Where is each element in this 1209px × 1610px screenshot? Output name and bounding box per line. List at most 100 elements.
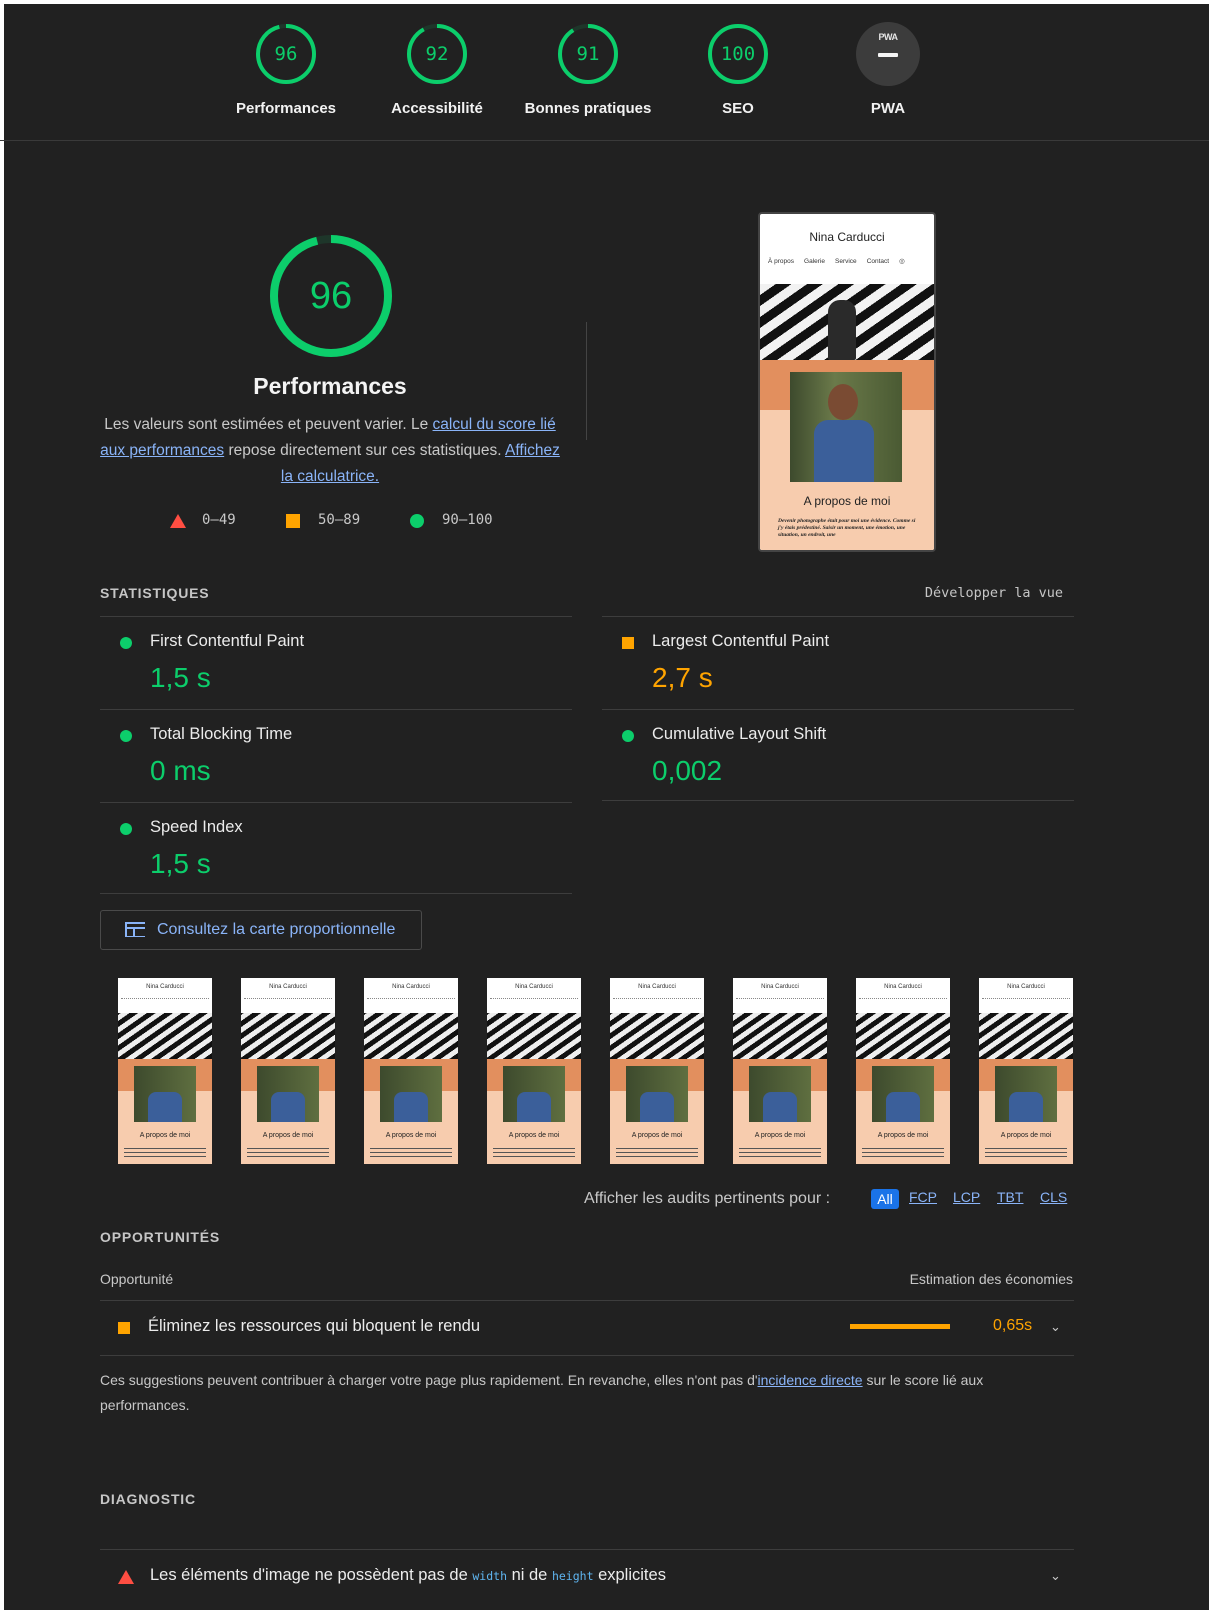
metric-name: Cumulative Layout Shift — [652, 725, 827, 743]
pwa-dash — [878, 53, 898, 57]
statistics-heading: STATISTIQUES — [100, 585, 210, 601]
chevron-down-icon[interactable]: ⌄ — [1050, 1319, 1061, 1335]
final-screenshot-preview[interactable]: Nina Carducci À propos Galerie Service Cont… — [758, 212, 936, 552]
gauge-performance[interactable]: 96 Performances — [216, 22, 356, 117]
window-edge-left — [0, 0, 4, 1610]
gauge-label: Accessibilité — [391, 100, 483, 117]
green-circle-icon — [120, 730, 132, 742]
frame-about-title: A propos de moi — [385, 1132, 437, 1139]
code-height: height — [551, 1569, 594, 1583]
gauge-label: Performances — [235, 100, 337, 117]
filter-chip-cls[interactable]: CLS — [1040, 1189, 1067, 1205]
legend-fail-label: 0–49 — [202, 512, 236, 528]
frame-text-lines — [985, 1148, 1067, 1160]
frame-text-lines — [616, 1148, 698, 1160]
gauge-best-practices[interactable]: 91 Bonnes pratiques — [518, 22, 658, 117]
frame-hero — [610, 1013, 704, 1059]
filmstrip-frame: Nina Carducci A propos de moi — [364, 978, 458, 1164]
frame-about-title: A propos de moi — [139, 1132, 191, 1139]
gauge-label: PWA — [870, 100, 906, 117]
frame-photo-figure — [394, 1092, 428, 1122]
green-circle-icon — [120, 637, 132, 649]
diagnostic-title: Les éléments d'image ne possèdent pas de… — [150, 1566, 666, 1585]
metric-value: 2,7 s — [652, 662, 713, 693]
filter-chip-all[interactable]: All — [871, 1189, 899, 1209]
filter-chip-lcp[interactable]: LCP — [953, 1189, 980, 1205]
divider — [100, 616, 572, 617]
frame-site-title: Nina Carducci — [761, 984, 799, 990]
desc-text: repose directement sur ces statistiques. — [224, 442, 506, 459]
divider — [100, 1300, 1074, 1301]
divider — [602, 709, 1074, 710]
frame-text-lines — [247, 1148, 329, 1160]
legend-pass-label: 90–100 — [442, 512, 493, 528]
divider — [602, 616, 1074, 617]
frame-hero — [733, 1013, 827, 1059]
diag-text: ni de — [507, 1566, 552, 1584]
divider — [602, 800, 1074, 801]
green-circle-icon — [120, 823, 132, 835]
performance-description: Les valeurs sont estimées et peuvent var… — [100, 412, 560, 490]
opportunity-title: Éliminez les ressources qui bloquent le … — [148, 1317, 481, 1335]
preview-nav-item: Galerie — [804, 258, 825, 265]
frame-photo-figure — [886, 1092, 920, 1122]
performance-main-gauge: 96 — [269, 234, 393, 358]
frame-about-title: A propos de moi — [508, 1132, 560, 1139]
preview-portrait-face — [828, 384, 858, 420]
gauge-pwa[interactable]: PWA PWA — [818, 22, 958, 117]
treemap-button[interactable]: Consultez la carte proportionnelle — [100, 910, 422, 950]
green-circle-icon — [622, 730, 634, 742]
instagram-icon: ◎ — [899, 258, 905, 265]
frame-hero — [856, 1013, 950, 1059]
frame-hero — [241, 1013, 335, 1059]
metric-name: First Contentful Paint — [150, 632, 305, 650]
gauge-score: 96 — [274, 43, 298, 65]
filmstrip-frame: Nina Carducci A propos de moi — [241, 978, 335, 1164]
metric-value: 1,5 s — [150, 662, 211, 693]
frame-site-title: Nina Carducci — [1007, 984, 1045, 990]
frame-nav — [367, 998, 455, 1002]
gauge-seo[interactable]: 100 SEO — [668, 22, 808, 117]
frame-site-title: Nina Carducci — [392, 984, 430, 990]
gauge-label: Bonnes pratiques — [524, 100, 652, 117]
frame-about-title: A propos de moi — [1000, 1132, 1052, 1139]
gauge-label: SEO — [722, 100, 754, 117]
frame-about-title: A propos de moi — [262, 1132, 314, 1139]
frame-site-title: Nina Carducci — [146, 984, 184, 990]
gauge-ring: 91 — [556, 22, 620, 86]
green-circle-icon — [410, 514, 424, 528]
metric-value: 0,002 — [652, 755, 723, 786]
gauge-score: 92 — [425, 43, 449, 65]
preview-nav-item: Contact — [866, 258, 890, 265]
vertical-divider — [586, 322, 587, 440]
divider — [100, 893, 572, 894]
filter-chip-fcp[interactable]: FCP — [909, 1189, 937, 1205]
metric-name: Speed Index — [150, 818, 243, 836]
diag-text: Les éléments d'image ne possèdent pas de — [150, 1566, 473, 1584]
desc-text: Les valeurs sont estimées et peuvent var… — [104, 416, 433, 433]
pwa-badge-icon: PWA — [856, 22, 920, 86]
legend-average-label: 50–89 — [318, 512, 361, 528]
category-gauges-bar: 96 Performances 92 Accessibilité 91 Bonn… — [0, 4, 1209, 141]
frame-site-title: Nina Carducci — [269, 984, 307, 990]
filter-chip-tbt[interactable]: TBT — [997, 1189, 1023, 1205]
red-triangle-icon — [170, 514, 186, 528]
performance-title: Performances — [253, 373, 407, 399]
preview-portrait-body — [814, 420, 874, 482]
divider — [100, 1549, 1074, 1550]
audit-filter-label: Afficher les audits pertinents pour : — [584, 1190, 831, 1207]
filmstrip-frame: Nina Carducci A propos de moi — [979, 978, 1073, 1164]
frame-hero — [364, 1013, 458, 1059]
savings-column-header: Estimation des économies — [909, 1271, 1073, 1287]
frame-photo-figure — [640, 1092, 674, 1122]
frame-photo-figure — [271, 1092, 305, 1122]
frame-about-title: A propos de moi — [754, 1132, 806, 1139]
frame-hero — [979, 1013, 1073, 1059]
gauge-accessibility[interactable]: 92 Accessibilité — [367, 22, 507, 117]
direct-impact-link[interactable]: incidence directe — [758, 1372, 863, 1388]
chevron-down-icon[interactable]: ⌄ — [1050, 1568, 1061, 1584]
expand-view-toggle[interactable]: Développer la vue — [880, 585, 1063, 601]
frame-nav — [244, 998, 332, 1002]
frame-photo-figure — [517, 1092, 551, 1122]
frame-about-title: A propos de moi — [877, 1132, 929, 1139]
